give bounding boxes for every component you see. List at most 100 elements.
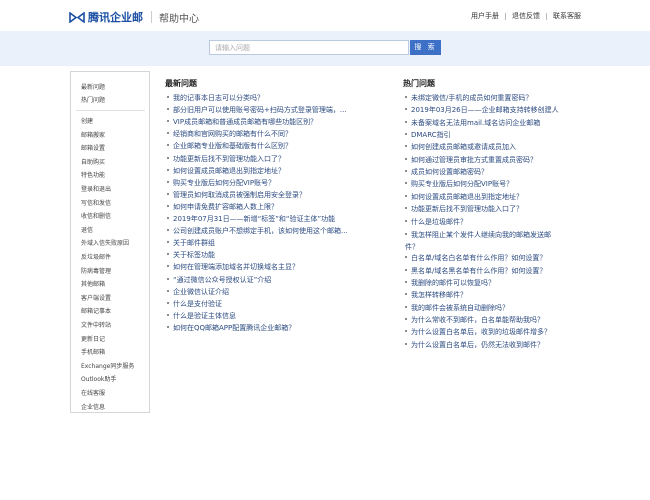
bullet-icon bbox=[405, 342, 407, 345]
question-text: 未绑定微信/手机的成员如何重置密码？ bbox=[411, 94, 533, 102]
sidebar-item[interactable]: 更新日记 bbox=[81, 334, 105, 343]
sidebar-item[interactable]: 防病毒管理 bbox=[81, 266, 111, 275]
brand-name: 腾讯企业邮 bbox=[88, 11, 143, 24]
bullet-icon bbox=[167, 301, 169, 304]
bullet-icon bbox=[167, 168, 169, 171]
sidebar-item[interactable]: 邮箱记事本 bbox=[81, 306, 111, 315]
bullet-icon bbox=[405, 145, 407, 148]
question-link[interactable]: 企业微信认证介绍 bbox=[167, 287, 229, 297]
sidebar-item[interactable]: Exchange同步服务 bbox=[81, 361, 134, 370]
sidebar-item[interactable]: 邮箱设置 bbox=[81, 143, 105, 152]
question-text: 如何在QQ邮箱APP配置腾讯企业邮箱？ bbox=[173, 323, 296, 332]
search-input[interactable]: 请输入问题 bbox=[209, 40, 409, 55]
sidebar-item[interactable]: 特色功能 bbox=[81, 170, 105, 179]
sidebar-item[interactable]: Outlook助手 bbox=[81, 374, 116, 383]
category-sidebar: 最新问题 热门问题 创建邮箱搬家邮箱设置自助购买特色功能登录和退出写信和发信收信… bbox=[70, 71, 150, 413]
bounce-feedback-link[interactable]: 退信反馈 bbox=[512, 11, 540, 21]
question-link[interactable]: 经销商和官网购买的邮箱有什么不同？ bbox=[167, 129, 292, 139]
question-text: 为什么设置白名单后，收到的垃圾邮件增多？ bbox=[411, 328, 551, 337]
sidebar-item[interactable]: 登录和退出 bbox=[81, 184, 111, 193]
question-link[interactable]: 企业邮箱专业版和基础版有什么区别？ bbox=[167, 141, 292, 151]
question-link[interactable]: 黑名单/域名黑名单有什么作用？如何设置？ bbox=[405, 266, 546, 276]
sidebar-item-latest[interactable]: 最新问题 bbox=[81, 82, 105, 91]
sidebar-item[interactable]: 邮箱搬家 bbox=[81, 130, 105, 139]
bullet-icon bbox=[405, 305, 407, 308]
question-link[interactable]: 为什么设置白名单后，仍然无法收到邮件？ bbox=[405, 340, 544, 350]
sidebar-item[interactable]: 退信 bbox=[81, 225, 93, 234]
sidebar-item[interactable]: 反垃圾邮件 bbox=[81, 252, 111, 261]
sidebar-item[interactable]: 写信和发信 bbox=[81, 198, 111, 207]
bullet-icon bbox=[167, 217, 169, 219]
question-link[interactable]: 什么是验证主体信息 bbox=[167, 311, 236, 321]
link-divider bbox=[546, 12, 547, 20]
question-text: 企业微信认证介绍 bbox=[173, 287, 229, 296]
question-link[interactable]: 公司创建成员账户不想绑定手机，该如何使用这个邮箱... bbox=[167, 226, 348, 236]
question-link[interactable]: 什么是垃圾邮件？ bbox=[405, 217, 467, 227]
question-text: 白名单/域名白名单有什么作用？如何设置？ bbox=[411, 254, 547, 263]
question-link[interactable]: 如何在管理端添加域名并切换域名主显？ bbox=[167, 262, 299, 272]
page-header: 腾讯企业邮 帮助中心 用户手册 退信反馈 联系客服 bbox=[0, 0, 650, 31]
question-link[interactable]: 如何申请免费扩容邮箱人数上限？ bbox=[167, 202, 278, 212]
question-text: 2019年07月31日——新增“标签”和“验证主体”功能 bbox=[173, 215, 336, 223]
sidebar-item[interactable]: 自助购买 bbox=[81, 157, 105, 166]
question-link[interactable]: 2019年03月26日——企业邮箱支持转移创建人 bbox=[405, 105, 559, 115]
search-button[interactable]: 搜 索 bbox=[410, 40, 441, 55]
question-link[interactable]: 如何创建成员邮箱或邀请成员加入 bbox=[405, 142, 516, 152]
sidebar-item[interactable]: 创建 bbox=[81, 116, 93, 125]
bullet-icon bbox=[405, 330, 407, 333]
question-link[interactable]: 部分旧用户可以使用账号密码+扫码方式登录管理端，... bbox=[167, 105, 347, 115]
question-link[interactable]: 我怎样阻止某个发件人继续向我的邮箱发送邮件？ bbox=[405, 229, 555, 253]
question-link[interactable]: DMARC指引 bbox=[405, 130, 451, 140]
sidebar-item[interactable]: 企业信息 bbox=[81, 402, 105, 411]
question-link[interactable]: 未备案域名无法用mail.域名访问企业邮箱 bbox=[405, 118, 540, 128]
question-link[interactable]: 购买专业版后如何分配VIP账号？ bbox=[405, 179, 513, 189]
question-link[interactable]: 我怎样转移邮件？ bbox=[405, 290, 467, 300]
contact-support-link[interactable]: 联系客服 bbox=[553, 11, 581, 21]
sidebar-item[interactable]: 客户端设置 bbox=[81, 293, 111, 302]
sidebar-item[interactable]: 文件中转站 bbox=[81, 320, 111, 329]
question-text: 关于邮件群组 bbox=[173, 239, 215, 248]
bullet-icon bbox=[167, 253, 169, 256]
question-link[interactable]: VIP成员邮箱和普通成员邮箱有哪些功能区别？ bbox=[167, 117, 317, 127]
question-link[interactable]: 2019年07月31日——新增“标签”和“验证主体”功能 bbox=[167, 214, 335, 224]
question-link[interactable]: 什么是支付验证 bbox=[167, 299, 222, 309]
hot-questions-title: 热门问题 bbox=[403, 79, 435, 88]
question-text: 企业邮箱专业版和基础版有什么区别？ bbox=[173, 142, 292, 151]
question-link[interactable]: 为什么常收不到邮件，白名单能帮助我吗？ bbox=[405, 315, 544, 325]
question-link[interactable]: 我的邮件会被系统自动删除吗？ bbox=[405, 303, 509, 313]
question-link[interactable]: “通过微信公众号授权认证”介绍 bbox=[167, 275, 271, 285]
question-link[interactable]: 白名单/域名白名单有什么作用？如何设置？ bbox=[405, 253, 546, 263]
question-link[interactable]: 关于标签功能 bbox=[167, 250, 215, 260]
question-link[interactable]: 为什么设置白名单后，收到的垃圾邮件增多？ bbox=[405, 327, 551, 337]
question-link[interactable]: 未绑定微信/手机的成员如何重置密码？ bbox=[405, 93, 532, 103]
question-link[interactable]: 如何设置成员邮箱退出到指定地址？ bbox=[405, 192, 523, 202]
question-text: 为什么设置白名单后，仍然无法收到邮件？ bbox=[411, 340, 544, 349]
question-link[interactable]: 关于邮件群组 bbox=[167, 238, 215, 248]
question-text: 我的邮件会被系统自动删除吗？ bbox=[411, 303, 509, 312]
question-text: 什么是支付验证 bbox=[173, 299, 222, 308]
user-manual-link[interactable]: 用户手册 bbox=[471, 11, 499, 21]
bullet-icon bbox=[167, 325, 169, 328]
sidebar-item-hot[interactable]: 热门问题 bbox=[81, 95, 105, 104]
question-link[interactable]: 功能更新后找不到管理功能入口了？ bbox=[167, 154, 285, 164]
sidebar-item[interactable]: 手机邮箱 bbox=[81, 347, 105, 356]
question-link[interactable]: 成员如何设置邮箱密码？ bbox=[405, 167, 488, 177]
question-link[interactable]: 购买专业版后如何分配VIP账号？ bbox=[167, 178, 275, 188]
sidebar-divider bbox=[76, 110, 145, 111]
question-link[interactable]: 如何在QQ邮箱APP配置腾讯企业邮箱？ bbox=[167, 323, 295, 333]
sidebar-item[interactable]: 外域入信失败原因 bbox=[81, 238, 129, 247]
sidebar-item[interactable]: 在线客服 bbox=[81, 388, 105, 397]
question-link[interactable]: 功能更新后找不到管理功能入口了？ bbox=[405, 204, 523, 214]
brand-logo[interactable]: 腾讯企业邮 帮助中心 bbox=[69, 9, 199, 25]
question-link[interactable]: 如何通过管理员审批方式重置成员密码？ bbox=[405, 155, 537, 165]
question-link[interactable]: 管理员如何取消成员被强制启用安全登录？ bbox=[167, 190, 306, 200]
bullet-icon bbox=[405, 256, 407, 259]
question-link[interactable]: 如何设置成员邮箱退出到指定地址？ bbox=[167, 166, 285, 176]
sidebar-item[interactable]: 收信和删信 bbox=[81, 211, 111, 220]
bullet-icon bbox=[405, 194, 407, 197]
question-link[interactable]: 我删除的邮件可以恢复吗？ bbox=[405, 278, 495, 288]
question-link[interactable]: 我的记事本日志可以分类吗？ bbox=[167, 93, 264, 103]
sidebar-item[interactable]: 其他邮箱 bbox=[81, 279, 105, 288]
question-text: 购买专业版后如何分配VIP账号？ bbox=[411, 180, 514, 189]
question-text: 如何创建成员邮箱或邀请成员加入 bbox=[411, 143, 516, 152]
